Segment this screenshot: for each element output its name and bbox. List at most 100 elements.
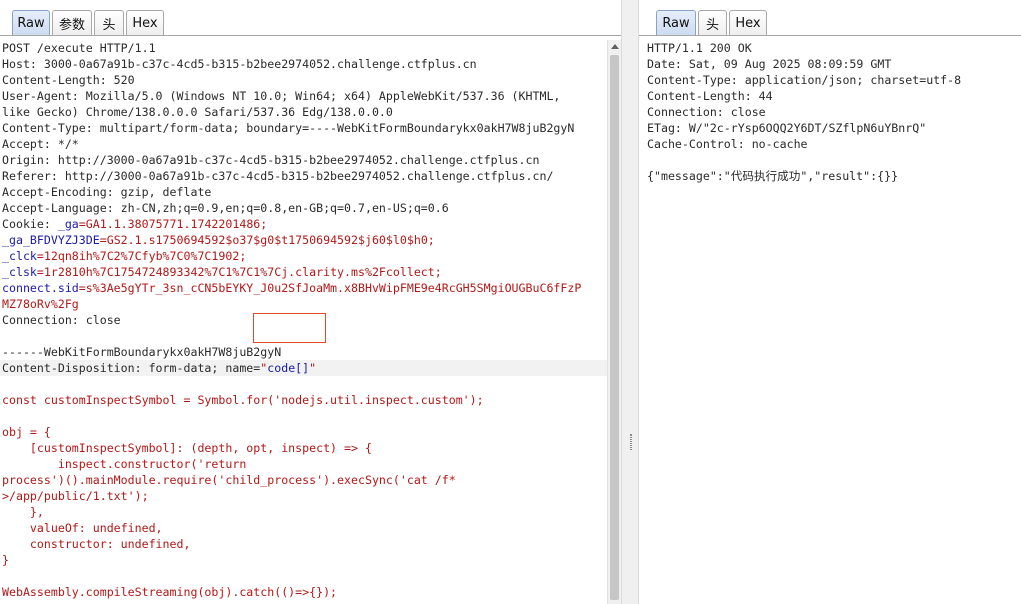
request-line: WebAssembly.compileStreaming(obj).catch(… — [2, 584, 337, 600]
request-line: Host: 3000-0a67a91b-c37c-4cd5-b315-b2bee… — [2, 56, 477, 72]
request-line: inspect.constructor('return — [2, 456, 246, 472]
request-line-text: }, — [2, 505, 44, 519]
request-line-text: Content-Length: 520 — [2, 73, 135, 87]
request-line: >/app/public/1.txt'); — [2, 488, 149, 504]
response-line: Date: Sat, 09 Aug 2025 08:09:59 GMT — [647, 57, 892, 71]
request-line-text: =GS2.1.s1750694592$o37$g0$t1750694592$j6… — [99, 233, 435, 247]
scroll-up-arrow-icon[interactable] — [611, 44, 619, 49]
request-line: obj = { — [2, 424, 51, 440]
request-line: Accept-Encoding: gzip, deflate — [2, 184, 211, 200]
request-line-text: =1r2810h%7C1754724893342%7C1%7C1%7Cj.cla… — [36, 265, 442, 279]
request-line-text: like Gecko) Chrome/138.0.0.0 Safari/537.… — [2, 105, 393, 119]
request-line-text: _ga_BFDVYZJ3DE — [2, 233, 100, 247]
request-line: Content-Type: multipart/form-data; bound… — [2, 120, 574, 136]
request-line: const customInspectSymbol = Symbol.for('… — [2, 392, 484, 408]
request-line: constructor: undefined, — [2, 536, 191, 552]
tab-underline — [0, 35, 621, 36]
request-line: like Gecko) Chrome/138.0.0.0 Safari/537.… — [2, 104, 393, 120]
request-line-text: Host: 3000-0a67a91b-c37c-4cd5-b315-b2bee… — [2, 57, 477, 71]
request-line-text: _clck — [2, 249, 37, 263]
request-line-text: User-Agent: Mozilla/5.0 (Windows NT 10.0… — [2, 89, 561, 103]
request-line-text: = — [78, 217, 86, 231]
request-line-text: POST /execute HTTP/1.1 — [2, 41, 156, 55]
request-line: valueOf: undefined, — [2, 520, 163, 536]
splitter-grip-icon — [630, 434, 632, 450]
request-line-text: =s%3Ae5gYTr_3sn_cCN5bEYKY_J0u2SfJoaMm.x8… — [78, 281, 582, 295]
response-line: Connection: close — [647, 105, 766, 119]
request-line: Accept: */* — [2, 136, 79, 152]
request-line-text: obj = { — [2, 425, 51, 439]
request-line-text: [customInspectSymbol]: (depth, opt, insp… — [2, 441, 372, 455]
request-line-text: Origin: http://3000-0a67a91b-c37c-4cd5-b… — [2, 153, 540, 167]
request-line-text: Content-Type: multipart/form-data; bound… — [2, 121, 575, 135]
request-line-text: ------WebKitFormBoundarykx0akH7W8juB2gyN — [2, 345, 282, 359]
request-line-text: const customInspectSymbol = Symbol.for('… — [2, 393, 484, 407]
request-tab-raw[interactable]: Raw — [12, 10, 50, 35]
request-line: Cookie: _ga=GA1.1.38075771.1742201486; — [2, 216, 267, 232]
request-line-current: Content-Disposition: form-data; name= "co… — [0, 360, 607, 376]
request-line-text: GA1.1.38075771.1742201486 — [85, 217, 261, 231]
response-line: HTTP/1.1 200 OK — [647, 41, 752, 55]
request-line-text: Accept-Encoding: gzip, deflate — [2, 185, 212, 199]
request-line-text: Connection: close — [2, 313, 121, 327]
request-tab-headers[interactable]: 头 — [94, 10, 124, 35]
request-line-text: ; — [260, 217, 268, 231]
request-line-text: valueOf: undefined, — [2, 521, 163, 535]
request-line-text: Accept-Language: zh-CN,zh;q=0.9,en;q=0.8… — [2, 201, 449, 215]
request-line-text: inspect.constructor('return — [2, 457, 247, 471]
request-line: Connection: close — [2, 312, 121, 328]
response-line: Content-Length: 44 — [647, 89, 773, 103]
response-line: Cache-Control: no-cache — [647, 137, 808, 151]
response-pane: Raw 头 Hex HTTP/1.1 200 OK Date: Sat, 09 A… — [639, 0, 1021, 604]
request-line-text: Referer: http://3000-0a67a91b-c37c-4cd5-… — [2, 169, 554, 183]
request-line-text: Accept: */* — [2, 137, 79, 151]
request-line-text: =12qn8ih%7C2%7Cfyb%7C0%7C1902; — [36, 249, 247, 263]
request-line: User-Agent: Mozilla/5.0 (Windows NT 10.0… — [2, 88, 560, 104]
response-tab-bar: Raw 头 Hex — [639, 0, 1021, 36]
response-line: {"message":"代码执行成功","result":{}} — [647, 169, 899, 183]
request-line: Content-Length: 520 — [2, 72, 135, 88]
response-tab-headers[interactable]: 头 — [698, 10, 727, 35]
request-line: _clsk=1r2810h%7C1754724893342%7C1%7C1%7C… — [2, 264, 442, 280]
request-line-text: Content-Disposition: form-data; name= — [2, 361, 261, 375]
request-line: connect.sid=s%3Ae5gYTr_3sn_cCN5bEYKY_J0u… — [2, 280, 581, 296]
request-line-text: WebAssembly.compileStreaming(obj).catch(… — [2, 585, 338, 599]
request-line: [customInspectSymbol]: (depth, opt, insp… — [2, 440, 372, 456]
response-tab-raw[interactable]: Raw — [656, 10, 696, 35]
request-line: process')().mainModule.require('child_pr… — [2, 472, 456, 488]
request-tab-hex[interactable]: Hex — [126, 10, 164, 35]
request-line-text: >/app/public/1.txt'); — [2, 489, 149, 503]
request-line: ------WebKitFormBoundarykx0akH7W8juB2gyN — [2, 344, 281, 360]
response-line: ETag: W/"2c-rYsp6OQQ2Y6DT/SZflpN6uYBnrQ" — [647, 121, 927, 135]
request-line: _ga_BFDVYZJ3DE=GS2.1.s1750694592$o37$g0$… — [2, 232, 435, 248]
request-tab-bar: Raw 参数 头 Hex — [0, 0, 621, 36]
request-line-text: constructor: undefined, — [2, 537, 191, 551]
request-tab-params[interactable]: 参数 — [52, 10, 92, 35]
request-line: _clck=12qn8ih%7C2%7Cfyb%7C0%7C1902; — [2, 248, 246, 264]
request-line: Origin: http://3000-0a67a91b-c37c-4cd5-b… — [2, 152, 539, 168]
request-line-text: " — [309, 361, 317, 375]
request-pane: Raw 参数 头 Hex POST /execute HTTP/1.1 Host:… — [0, 0, 621, 604]
response-editor[interactable]: HTTP/1.1 200 OK Date: Sat, 09 Aug 2025 08… — [647, 40, 1021, 604]
request-line: } — [2, 552, 9, 568]
request-editor[interactable]: POST /execute HTTP/1.1 Host: 3000-0a67a91… — [0, 40, 607, 604]
scrollbar-thumb[interactable] — [610, 55, 619, 600]
request-line: MZ78oRv%2Fg — [2, 296, 79, 312]
request-line: POST /execute HTTP/1.1 — [2, 40, 156, 56]
request-line-text: } — [2, 553, 9, 567]
pane-splitter[interactable] — [621, 0, 639, 604]
response-tab-hex[interactable]: Hex — [729, 10, 767, 35]
request-line-text: _clsk — [2, 265, 37, 279]
response-line: Content-Type: application/json; charset=… — [647, 73, 962, 87]
request-line-text: connect.sid — [2, 281, 79, 295]
request-line: Accept-Language: zh-CN,zh;q=0.9,en;q=0.8… — [2, 200, 449, 216]
request-line-text: MZ78oRv%2Fg — [2, 297, 79, 311]
tab-underline — [639, 35, 1021, 36]
request-line-text: code[] — [267, 361, 310, 375]
request-line: Referer: http://3000-0a67a91b-c37c-4cd5-… — [2, 168, 553, 184]
request-line-text: _ga — [57, 217, 79, 231]
request-line-text: process')().mainModule.require('child_pr… — [2, 473, 456, 487]
request-scrollbar[interactable] — [607, 40, 621, 604]
request-line-text: Cookie: — [2, 217, 58, 231]
request-line: }, — [2, 504, 44, 520]
